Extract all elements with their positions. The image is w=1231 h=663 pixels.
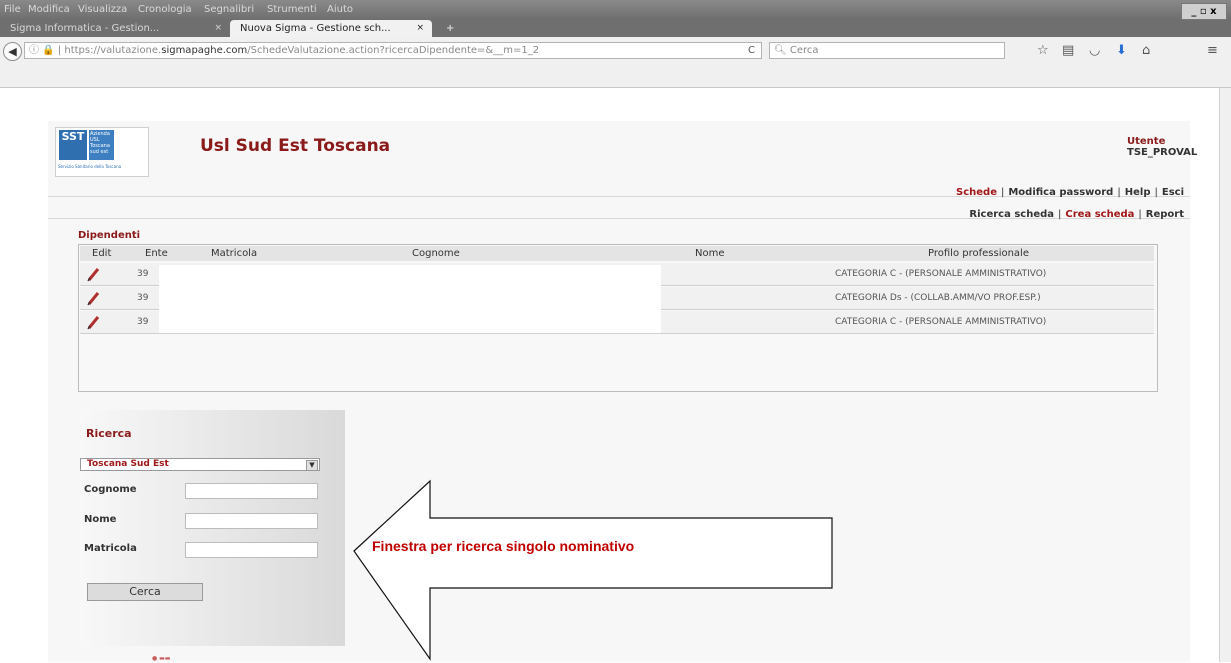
- logo-text: Azienda USL Toscana sud est: [89, 130, 114, 160]
- info-icon: ⓘ 🔒 |: [29, 45, 65, 56]
- pencil-edit-icon[interactable]: [86, 314, 102, 330]
- library-icon[interactable]: ▤: [1062, 43, 1074, 58]
- menu-visualizza[interactable]: Visualizza: [78, 4, 127, 15]
- menu-segnalibri[interactable]: Segnalibri: [204, 4, 254, 15]
- col-profilo: Profilo professionale: [928, 248, 1029, 259]
- menu-file[interactable]: File: [4, 4, 21, 15]
- annotation-arrow-icon: [353, 479, 833, 661]
- menu-strumenti[interactable]: Strumenti: [267, 4, 317, 15]
- logo-mark: SST: [59, 130, 87, 160]
- cell-profilo: CATEGORIA C - (PERSONALE AMMINISTRATIVO): [835, 269, 1047, 279]
- nome-field[interactable]: [185, 513, 318, 529]
- chevron-down-icon[interactable]: ▼: [306, 460, 318, 471]
- url-prefix: https://valutazione.: [64, 45, 162, 56]
- cerca-button[interactable]: Cerca: [87, 583, 203, 601]
- user-name: TSE_PROVAL: [1127, 147, 1198, 158]
- close-icon[interactable]: ×: [416, 20, 424, 37]
- annotation-label: Finestra per ricerca singolo nominativo: [372, 538, 635, 554]
- cell-profilo: CATEGORIA C - (PERSONALE AMMINISTRATIVO): [835, 317, 1047, 327]
- cell-ente: 39: [137, 269, 149, 279]
- menu-modifica[interactable]: Modifica: [28, 4, 70, 15]
- menu-bar: File Modifica Visualizza Cronologia Segn…: [0, 0, 1231, 20]
- tab-label: Nuova Sigma - Gestione sch...: [240, 23, 391, 34]
- sst-logo: SST Azienda USL Toscana sud est Servizio…: [55, 127, 149, 177]
- col-nome: Nome: [695, 248, 725, 259]
- ente-select[interactable]: Toscana Sud Est ▼: [80, 458, 320, 471]
- nav-report[interactable]: Report: [1146, 209, 1184, 220]
- url-domain: sigmapaghe.com: [161, 45, 248, 56]
- ente-selected: Toscana Sud Est: [87, 459, 169, 469]
- pocket-icon[interactable]: ◡: [1089, 43, 1100, 58]
- cell-profilo: CATEGORIA Ds - (COLLAB.AMM/VO PROF.ESP.): [835, 293, 1041, 303]
- cognome-field[interactable]: [185, 483, 318, 499]
- bookmark-star-icon[interactable]: ☆: [1037, 43, 1049, 58]
- nav-modifica-password[interactable]: Modifica password: [1008, 187, 1113, 198]
- tab-nuova-sigma[interactable]: Nuova Sigma - Gestione sch... ×: [230, 20, 432, 37]
- user-label: Utente: [1127, 136, 1166, 147]
- nav-schede[interactable]: Schede: [956, 187, 997, 198]
- col-edit: Edit: [92, 248, 112, 259]
- nav-crea-scheda[interactable]: Crea scheda: [1065, 209, 1134, 220]
- back-arrow-icon[interactable]: ◀: [3, 42, 22, 61]
- nav-esci[interactable]: Esci: [1162, 187, 1184, 198]
- menu-cronologia[interactable]: Cronologia: [138, 4, 192, 15]
- matricola-label: Matricola: [84, 543, 137, 554]
- url-path: /SchedeValutazione.action?ricercaDipende…: [247, 45, 540, 56]
- home-icon[interactable]: ⌂: [1142, 43, 1150, 58]
- cell-ente: 39: [137, 293, 149, 303]
- download-icon[interactable]: ⬇: [1116, 43, 1127, 58]
- nav-separator: |: [1154, 187, 1158, 198]
- nome-label: Nome: [84, 514, 117, 525]
- nav-separator: |: [1000, 187, 1005, 198]
- new-tab-button[interactable]: +: [436, 20, 456, 37]
- cell-ente: 39: [137, 317, 149, 327]
- col-cognome: Cognome: [412, 248, 460, 259]
- vertical-scrollbar[interactable]: [1219, 88, 1231, 662]
- page-title: Usl Sud Est Toscana: [200, 136, 391, 156]
- navigation-bar: ◀ ⓘ 🔒 | https://valutazione.sigmapaghe.c…: [0, 37, 1231, 88]
- nav-separator: |: [1138, 209, 1142, 220]
- tab-label: Sigma Informatica - Gestion...: [10, 23, 160, 34]
- ricerca-title: Ricerca: [86, 427, 132, 440]
- dipendenti-title: Dipendenti: [78, 230, 141, 241]
- primary-nav: Schede | Modifica password | Help | Esci: [956, 180, 1184, 199]
- cognome-label: Cognome: [84, 484, 137, 495]
- redacted-area: [159, 265, 661, 333]
- search-placeholder: Cerca: [789, 45, 819, 56]
- nav-separator: |: [1117, 187, 1121, 198]
- logo-subtitle: Servizio Sanitario della Toscana: [58, 164, 122, 169]
- matricola-field[interactable]: [185, 542, 318, 558]
- footer-logo-icon: ● ▬▬: [152, 655, 171, 662]
- close-icon[interactable]: ×: [214, 20, 222, 37]
- pencil-edit-icon[interactable]: [86, 290, 102, 306]
- col-matricola: Matricola: [211, 248, 258, 259]
- secondary-nav: Ricerca scheda | Crea scheda | Report: [969, 202, 1184, 221]
- reload-icon[interactable]: C: [748, 43, 755, 58]
- tab-bar: Sigma Informatica - Gestion... × Nuova S…: [0, 20, 1231, 37]
- search-icon: 🔍︎: [774, 45, 790, 56]
- nav-ricerca-scheda[interactable]: Ricerca scheda: [969, 209, 1054, 220]
- menu-aiuto[interactable]: Aiuto: [327, 4, 353, 15]
- nav-separator: |: [1058, 209, 1062, 220]
- tab-sigma-informatica[interactable]: Sigma Informatica - Gestion... ×: [0, 20, 230, 37]
- menu-hamburger-icon[interactable]: ≡: [1207, 43, 1218, 58]
- col-ente: Ente: [145, 248, 168, 259]
- pencil-edit-icon[interactable]: [86, 266, 102, 282]
- nav-help[interactable]: Help: [1125, 187, 1151, 198]
- window-controls[interactable]: _ ▫ x: [1181, 3, 1227, 20]
- search-input[interactable]: 🔍︎ Cerca: [769, 42, 1005, 59]
- url-field[interactable]: ⓘ 🔒 | https://valutazione.sigmapaghe.com…: [24, 42, 762, 59]
